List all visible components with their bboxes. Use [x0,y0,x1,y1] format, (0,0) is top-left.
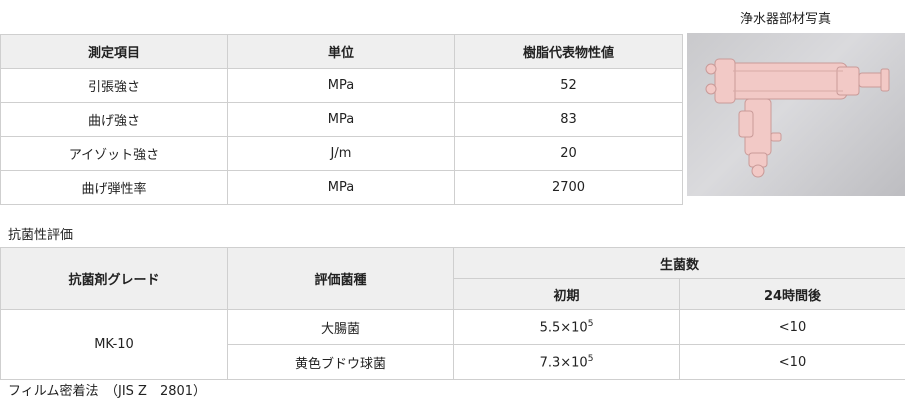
table-row: アイゾット強さ J/m 20 [0,136,683,171]
header-unit: 単位 [227,34,455,69]
property-value: 52 [454,68,683,103]
property-unit: J/m [227,136,455,171]
property-value: 20 [454,136,683,171]
agent-grade-value: MK-10 [0,309,228,380]
property-name: 引張強さ [0,68,228,103]
initial-count: 5.5×105 [453,309,680,345]
property-value: 83 [454,102,683,137]
properties-table: 測定項目 単位 樹脂代表物性値 引張強さ MPa 52 曲げ強さ MPa 83 … [0,34,683,205]
property-unit: MPa [227,170,455,205]
initial-count: 7.3×105 [453,344,680,380]
table-row: MK-10 大腸菌 5.5×105 <10 [0,309,905,380]
initial-count-base: 5.5×10 [539,320,588,336]
species-name: 黄色ブドウ球菌 [227,344,454,380]
header-representative-value: 樹脂代表物性値 [454,34,683,69]
header-initial: 初期 [453,278,680,310]
table-row: 曲げ強さ MPa 83 [0,102,683,137]
header-after-24h: 24時間後 [678,278,905,310]
table-row: 曲げ弾性率 MPa 2700 [0,170,683,205]
header-test-species: 評価菌種 [227,247,454,310]
count-after-24h: <10 [678,309,905,345]
water-purifier-part-illustration [705,58,890,178]
initial-count-exponent: 5 [587,318,594,329]
water-purifier-part-photo [687,33,905,196]
property-unit: MPa [227,102,455,137]
count-after-24h: <10 [678,344,905,380]
initial-count-base: 7.3×10 [539,355,588,371]
header-measurement-item: 測定項目 [0,34,228,69]
properties-header-row: 測定項目 単位 樹脂代表物性値 [0,34,683,69]
species-name: 大腸菌 [227,309,454,345]
property-value: 2700 [454,170,683,205]
property-name: アイゾット強さ [0,136,228,171]
antibacterial-header-row: 抗菌剤グレード 評価菌種 生菌数 [0,247,905,310]
test-method-note: フィルム密着法 （JIS Z 2801） [8,384,207,399]
property-name: 曲げ強さ [0,102,228,137]
header-viable-count: 生菌数 [452,247,905,279]
property-name: 曲げ弾性率 [0,170,228,205]
antibacterial-table: 抗菌剤グレード 評価菌種 生菌数 初期 24時間後 MK-10 大腸菌 5.5×… [0,247,905,380]
photo-caption: 浄水器部材写真 [740,12,832,27]
header-agent-grade: 抗菌剤グレード [0,247,228,310]
antibacterial-section-title: 抗菌性評価 [8,228,74,243]
table-row: 引張強さ MPa 52 [0,68,683,103]
property-unit: MPa [227,68,455,103]
initial-count-exponent: 5 [587,353,594,364]
